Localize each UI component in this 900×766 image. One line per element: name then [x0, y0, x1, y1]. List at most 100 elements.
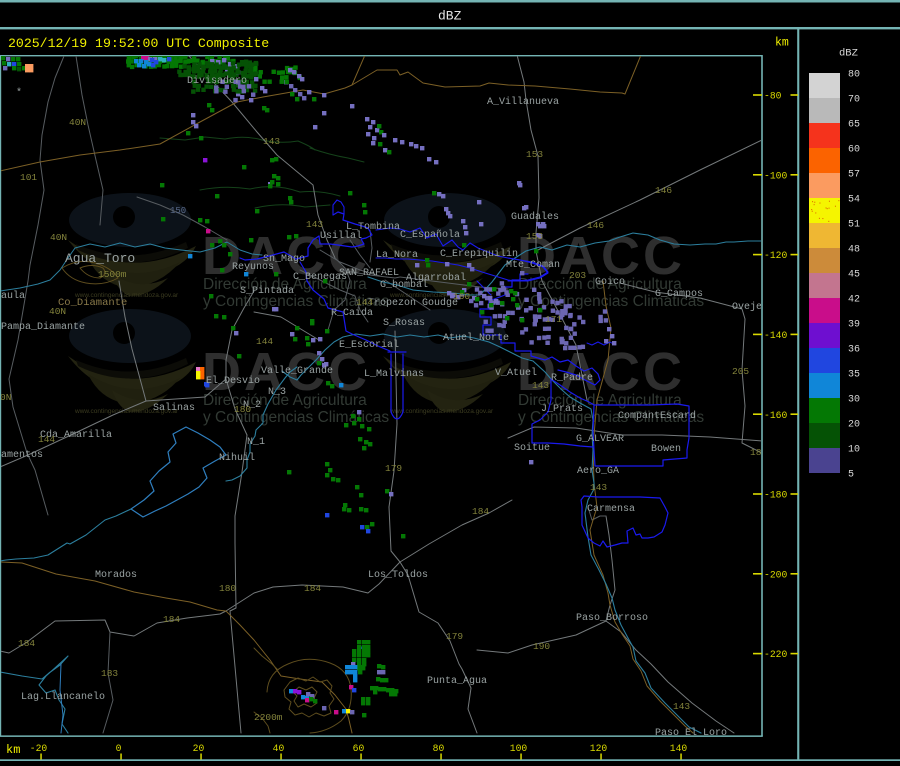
svg-text:54: 54: [848, 195, 860, 206]
svg-text:65: 65: [848, 120, 860, 131]
svg-text:2200m: 2200m: [254, 712, 283, 723]
svg-text:Valle_Grande: Valle_Grande: [261, 365, 333, 377]
svg-text:Salinas: Salinas: [153, 402, 195, 414]
svg-text:A_Villanueva: A_Villanueva: [487, 96, 559, 108]
svg-text:2025/12/19 19:52:00 UTC Compos: 2025/12/19 19:52:00 UTC Composite: [8, 36, 269, 51]
svg-text:20: 20: [193, 743, 205, 754]
svg-text:1500m: 1500m: [98, 269, 127, 280]
svg-text:48: 48: [848, 245, 860, 256]
svg-text:G_bombal: G_bombal: [380, 279, 428, 291]
svg-text:100: 100: [510, 743, 528, 754]
svg-text:km: km: [6, 743, 20, 757]
svg-text:L_Malvinas: L_Malvinas: [364, 368, 424, 380]
svg-text:179: 179: [385, 463, 402, 474]
svg-text:-20: -20: [30, 743, 48, 754]
svg-text:0N: 0N: [0, 392, 11, 403]
svg-text:R_Padre: R_Padre: [551, 372, 593, 384]
svg-text:179: 179: [446, 631, 463, 642]
svg-text:180: 180: [219, 583, 236, 594]
svg-text:CompantEscard: CompantEscard: [618, 410, 696, 422]
svg-text:E_Escorial: E_Escorial: [339, 339, 399, 351]
svg-text:144: 144: [356, 297, 373, 308]
svg-text:R_Caida: R_Caida: [331, 307, 373, 319]
svg-text:Soitue: Soitue: [514, 442, 550, 454]
svg-text:160: 160: [453, 291, 470, 302]
svg-text:146: 146: [587, 220, 604, 231]
svg-text:10: 10: [848, 445, 860, 456]
svg-text:S_Pintada: S_Pintada: [240, 285, 294, 297]
svg-text:Pampa_Diamante: Pampa_Diamante: [1, 321, 85, 333]
svg-text:El_Desvio: El_Desvio: [206, 375, 260, 387]
svg-text:-140: -140: [764, 330, 787, 341]
svg-text:30: 30: [848, 395, 860, 406]
svg-text:Co_Diamante: Co_Diamante: [58, 297, 127, 309]
svg-text:190: 190: [533, 641, 550, 652]
svg-text:143: 143: [263, 136, 280, 147]
svg-text:20: 20: [848, 420, 860, 431]
svg-text:dBZ: dBZ: [438, 9, 462, 24]
svg-text:Agua_Toro: Agua_Toro: [65, 251, 135, 266]
svg-text:40N: 40N: [69, 117, 86, 128]
svg-text:km: km: [775, 37, 789, 50]
svg-text:144: 144: [256, 336, 273, 347]
svg-text:-80: -80: [764, 91, 782, 102]
svg-text:150: 150: [170, 206, 186, 216]
svg-text:57: 57: [848, 170, 860, 181]
svg-text:42: 42: [848, 295, 860, 306]
svg-text:180: 180: [234, 404, 251, 415]
svg-text:Morados: Morados: [95, 569, 137, 581]
svg-text:45: 45: [848, 270, 860, 281]
svg-text:18: 18: [750, 447, 762, 458]
svg-text:C_Benegas: C_Benegas: [293, 272, 347, 283]
svg-text:205: 205: [732, 366, 749, 377]
svg-text:Goico: Goico: [595, 276, 625, 288]
svg-text:Tropezon Goudge: Tropezon Goudge: [368, 297, 458, 309]
svg-text:N_1: N_1: [247, 437, 265, 448]
svg-text:40N: 40N: [49, 306, 66, 317]
svg-text:143: 143: [673, 701, 690, 712]
svg-text:35: 35: [848, 370, 860, 381]
svg-text:51: 51: [848, 220, 860, 231]
svg-text:J_Prats: J_Prats: [541, 404, 583, 415]
svg-text:146: 146: [655, 185, 672, 196]
svg-text:40N: 40N: [50, 232, 67, 243]
svg-text:www.contingencias.mendoza.gov.: www.contingencias.mendoza.gov.ar: [389, 408, 494, 415]
svg-text:Aero_GA: Aero_GA: [577, 466, 619, 477]
svg-text:La_Nora: La_Nora: [376, 250, 418, 261]
svg-text:G_Campos: G_Campos: [655, 289, 703, 300]
svg-text:80: 80: [848, 70, 860, 81]
svg-text:144: 144: [38, 434, 55, 445]
svg-text:171: 171: [545, 314, 562, 325]
svg-text:36: 36: [848, 345, 860, 356]
svg-text:153: 153: [526, 149, 543, 160]
svg-text:60: 60: [848, 145, 860, 156]
svg-text:S_Rosas: S_Rosas: [383, 318, 425, 329]
svg-text:-200: -200: [764, 569, 787, 580]
svg-text:184: 184: [304, 583, 321, 594]
svg-text:143: 143: [532, 380, 549, 391]
svg-text:203: 203: [569, 270, 586, 281]
svg-text:-120: -120: [764, 250, 787, 261]
svg-text:Divisadero: Divisadero: [187, 75, 247, 87]
svg-text:184: 184: [163, 614, 180, 625]
svg-text:183: 183: [101, 668, 118, 679]
svg-text:C_Erepiquilin: C_Erepiquilin: [440, 248, 518, 260]
svg-text:amentos: amentos: [1, 450, 43, 461]
svg-text:SAN_RAFAEL: SAN_RAFAEL: [339, 268, 399, 279]
svg-text:Guadales: Guadales: [511, 211, 559, 223]
svg-text:140: 140: [670, 743, 688, 754]
svg-text:70: 70: [848, 95, 860, 106]
svg-text:184: 184: [472, 506, 489, 517]
svg-text:80: 80: [433, 743, 445, 754]
svg-text:Mte_Coman: Mte_Coman: [506, 260, 560, 271]
svg-text:aula: aula: [1, 290, 25, 302]
svg-text:40: 40: [273, 743, 285, 754]
svg-text:Atuel_Norte: Atuel_Norte: [443, 332, 509, 344]
svg-text:143: 143: [590, 482, 607, 493]
svg-text:Lag.Llancanelo: Lag.Llancanelo: [21, 691, 105, 703]
svg-text:N_3: N_3: [268, 387, 286, 398]
svg-text:101: 101: [20, 172, 37, 183]
svg-text:*: *: [16, 87, 22, 99]
svg-text:0: 0: [116, 743, 122, 754]
svg-text:60: 60: [353, 743, 365, 754]
